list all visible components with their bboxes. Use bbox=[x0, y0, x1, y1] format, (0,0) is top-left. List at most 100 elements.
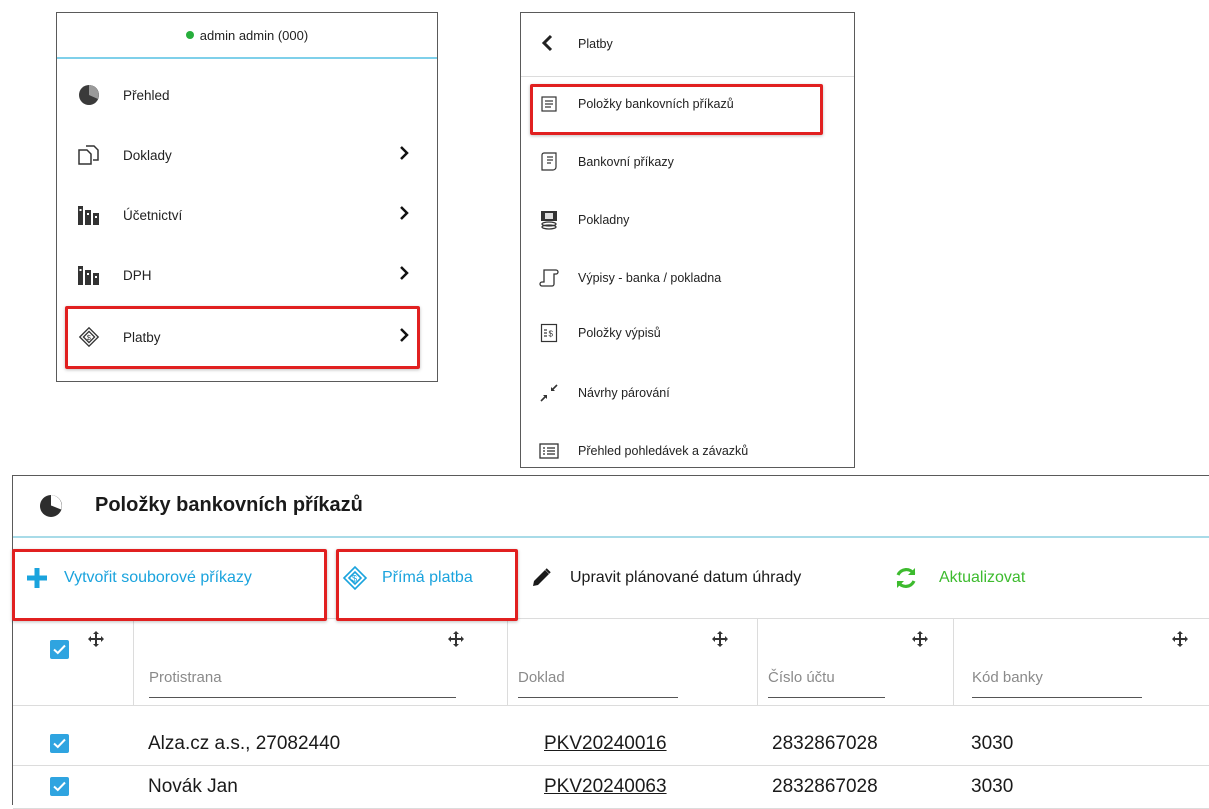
cell-bank-code: 3030 bbox=[971, 775, 1014, 797]
chevron-right-icon bbox=[399, 146, 409, 164]
chevron-right-icon bbox=[399, 328, 409, 346]
menu-item-doklady[interactable]: Doklady bbox=[57, 127, 437, 183]
list-document-icon bbox=[539, 94, 559, 114]
submenu-item-label: Bankovní příkazy bbox=[578, 155, 674, 169]
edit-planned-date-label: Upravit plánované datum úhrady bbox=[570, 569, 802, 586]
bank-order-icon bbox=[539, 152, 559, 172]
table-row[interactable]: Novák Jan PKV20240063 2832867028 3030 bbox=[13, 765, 1209, 809]
cell-counterparty: Alza.cz a.s., 27082440 bbox=[148, 732, 341, 754]
column-label: Protistrana bbox=[149, 669, 222, 686]
column-label: Doklad bbox=[518, 669, 565, 686]
column-filter-underline bbox=[972, 697, 1142, 698]
column-filter-underline bbox=[768, 697, 885, 698]
scroll-icon bbox=[539, 268, 559, 288]
cell-account-number: 2832867028 bbox=[772, 732, 878, 754]
submenu-item-navrhy-parovani[interactable]: Návrhy párování bbox=[521, 365, 854, 421]
documents-icon bbox=[77, 143, 101, 167]
chevron-right-icon bbox=[399, 266, 409, 284]
move-column-icon[interactable] bbox=[1172, 631, 1188, 647]
submenu-item-label: Položky výpisů bbox=[578, 326, 661, 340]
menu-item-platby[interactable]: $ Platby bbox=[57, 309, 437, 365]
menu-item-label: Doklady bbox=[123, 147, 172, 163]
cell-counterparty: Novák Jan bbox=[148, 775, 238, 797]
statement-items-icon: $ bbox=[539, 323, 559, 343]
back-chevron-icon[interactable] bbox=[541, 34, 553, 57]
create-file-orders-button[interactable]: Vytvořit souborové příkazy bbox=[27, 538, 252, 618]
column-kod-banky[interactable]: Kód banky bbox=[953, 619, 1209, 705]
cell-document-link[interactable]: PKV20240063 bbox=[544, 765, 667, 808]
move-column-icon[interactable] bbox=[88, 631, 104, 647]
select-all-column bbox=[13, 619, 133, 705]
create-file-orders-label: Vytvořit souborové příkazy bbox=[64, 569, 252, 586]
column-label: Kód banky bbox=[972, 669, 1043, 686]
submenu-item-prehled-pohledavek[interactable]: Přehled pohledávek a závazků bbox=[521, 423, 854, 479]
plus-icon bbox=[27, 568, 47, 588]
submenu-item-label: Přehled pohledávek a závazků bbox=[578, 444, 749, 458]
submenu-header[interactable]: Platby bbox=[521, 13, 854, 77]
row-checkbox[interactable] bbox=[50, 722, 69, 765]
move-column-icon[interactable] bbox=[712, 631, 728, 647]
submenu-item-label: Položky bankovních příkazů bbox=[578, 97, 734, 111]
pairing-arrows-icon bbox=[539, 383, 559, 403]
submenu-item-polozky-bankovnich-prikazu[interactable]: Položky bankovních příkazů bbox=[521, 76, 854, 132]
column-cislo-uctu[interactable]: Číslo účtu bbox=[757, 619, 954, 705]
submenu-item-bankovni-prikazy[interactable]: Bankovní příkazy bbox=[521, 134, 854, 190]
direct-payment-label: Přímá platba bbox=[382, 569, 473, 586]
online-status-dot bbox=[185, 31, 194, 39]
column-filter-underline bbox=[518, 697, 678, 698]
user-name: admin admin (000) bbox=[199, 27, 309, 43]
user-status[interactable]: admin admin (000) bbox=[57, 13, 437, 59]
submenu-item-label: Výpisy - banka / pokladna bbox=[578, 271, 722, 285]
table-list-icon bbox=[539, 441, 559, 461]
column-doklad[interactable]: Doklad bbox=[507, 619, 758, 705]
svg-text:$: $ bbox=[352, 574, 357, 584]
edit-planned-date-button[interactable]: Upravit plánované datum úhrady bbox=[530, 538, 801, 618]
table-header: Protistrana Doklad Číslo účtu Kód banky bbox=[13, 619, 1209, 706]
page-header: Položky bankovních příkazů bbox=[13, 476, 1209, 538]
menu-item-label: DPH bbox=[123, 267, 152, 283]
menu-item-label: Platby bbox=[123, 329, 161, 345]
cell-document-link[interactable]: PKV20240016 bbox=[544, 722, 667, 765]
refresh-label: Aktualizovat bbox=[939, 569, 1026, 586]
svg-text:$: $ bbox=[87, 333, 91, 342]
pie-chart-icon bbox=[77, 83, 101, 107]
chevron-right-icon bbox=[399, 206, 409, 224]
table-row[interactable]: Alza.cz a.s., 27082440 PKV20240016 28328… bbox=[13, 722, 1209, 766]
toolbar: Vytvořit souborové příkazy $ Přímá platb… bbox=[13, 538, 1209, 619]
pie-chart-icon bbox=[39, 494, 63, 518]
submenu-item-polozky-vypisu[interactable]: $ Položky výpisů bbox=[521, 305, 854, 361]
cell-bank-code: 3030 bbox=[971, 732, 1014, 754]
payment-icon: $ bbox=[77, 325, 101, 349]
menu-item-ucetnictvi[interactable]: Účetnictví bbox=[57, 187, 437, 243]
row-checkbox[interactable] bbox=[50, 765, 69, 808]
pencil-icon bbox=[530, 567, 552, 589]
page-title: Položky bankovních příkazů bbox=[95, 494, 363, 516]
column-protistrana[interactable]: Protistrana bbox=[133, 619, 508, 705]
refresh-button[interactable]: Aktualizovat bbox=[893, 538, 1025, 618]
submenu-title: Platby bbox=[578, 37, 613, 51]
move-column-icon[interactable] bbox=[912, 631, 928, 647]
bank-order-items-page: Položky bankovních příkazů Vytvořit soub… bbox=[12, 475, 1209, 809]
column-label: Číslo účtu bbox=[768, 669, 835, 686]
submenu-item-label: Návrhy párování bbox=[578, 386, 670, 400]
column-filter-underline bbox=[149, 697, 456, 698]
select-all-checkbox[interactable] bbox=[50, 640, 69, 659]
menu-item-label: Přehled bbox=[123, 87, 170, 103]
submenu-item-label: Pokladny bbox=[578, 213, 630, 227]
checkbox-checked[interactable] bbox=[50, 777, 69, 796]
menu-item-prehled[interactable]: Přehled bbox=[57, 67, 437, 123]
direct-payment-button[interactable]: $ Přímá platba bbox=[341, 538, 473, 618]
refresh-icon bbox=[893, 565, 919, 591]
user-menu-panel: admin admin (000) Přehled Doklady Účetni… bbox=[56, 12, 438, 382]
ledger-icon bbox=[77, 263, 101, 287]
menu-item-dph[interactable]: DPH bbox=[57, 247, 437, 303]
move-column-icon[interactable] bbox=[448, 631, 464, 647]
submenu-item-pokladny[interactable]: Pokladny bbox=[521, 192, 854, 248]
cell-account-number: 2832867028 bbox=[772, 775, 878, 797]
cash-register-icon bbox=[539, 210, 559, 230]
checkbox-checked[interactable] bbox=[50, 734, 69, 753]
submenu-item-vypisy[interactable]: Výpisy - banka / pokladna bbox=[521, 250, 854, 306]
svg-text:$: $ bbox=[549, 330, 554, 339]
ledger-icon bbox=[77, 203, 101, 227]
menu-item-label: Účetnictví bbox=[123, 207, 183, 223]
